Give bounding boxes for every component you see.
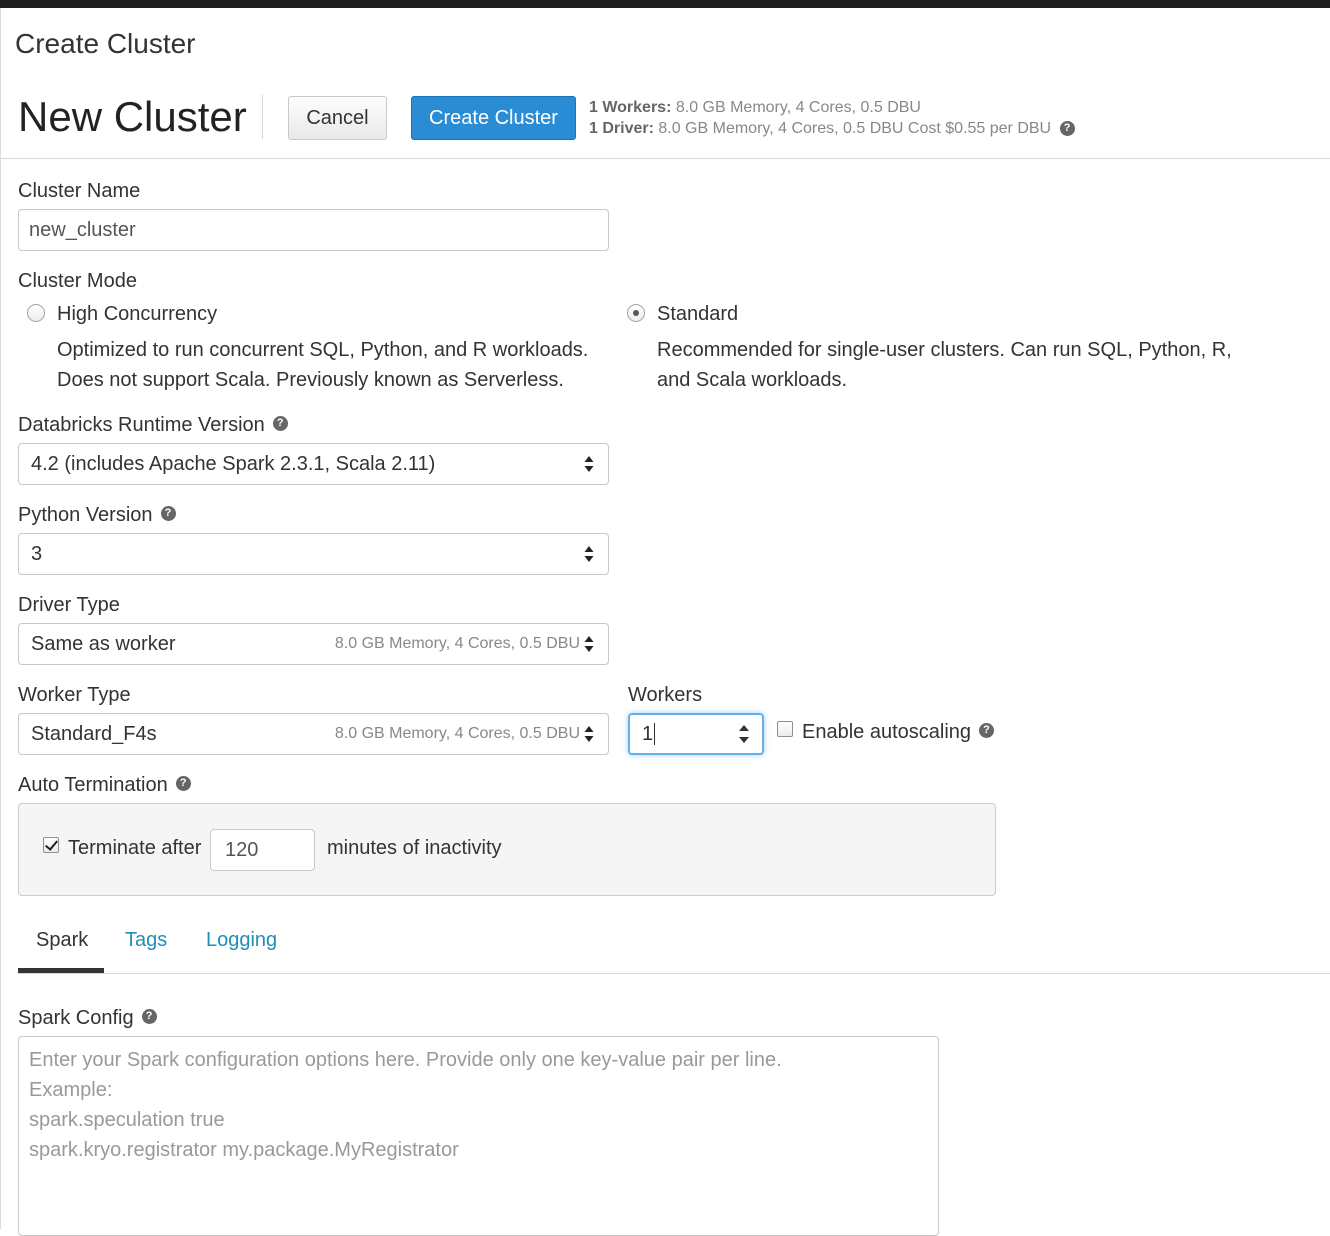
standard-desc-line-2: and Scala workloads. bbox=[657, 369, 848, 391]
runtime-version-value: 4.2 (includes Apache Spark 2.3.1, Scala … bbox=[31, 452, 436, 475]
page-title: Create Cluster bbox=[15, 28, 196, 59]
runtime-version-label-text: Databricks Runtime Version bbox=[18, 414, 265, 436]
workers-input[interactable]: 1 bbox=[628, 713, 764, 755]
driver-type-value: Same as worker bbox=[31, 632, 176, 655]
workers-value: 1 bbox=[642, 722, 654, 745]
terminate-after-checkbox[interactable] bbox=[43, 837, 59, 853]
inactivity-suffix-label: minutes of inactivity bbox=[327, 837, 502, 859]
top-bar bbox=[0, 0, 1330, 8]
worker-type-label: Worker Type bbox=[18, 684, 131, 706]
worker-type-specs: 8.0 GB Memory, 4 Cores, 0.5 DBU bbox=[334, 725, 580, 742]
tab-logging[interactable]: Logging bbox=[206, 929, 277, 952]
cluster-name-input[interactable]: new_cluster bbox=[18, 209, 609, 251]
cancel-button[interactable]: Cancel bbox=[288, 96, 387, 140]
driver-summary: 1 Driver: 8.0 GB Memory, 4 Cores, 0.5 DB… bbox=[589, 120, 1075, 138]
standard-description: Recommended for single-user clusters. Ca… bbox=[657, 335, 1232, 395]
workers-summary-value: 8.0 GB Memory, 4 Cores, 0.5 DBU bbox=[671, 99, 921, 116]
high-concurrency-radio[interactable] bbox=[27, 304, 45, 322]
tab-spark[interactable]: Spark bbox=[36, 929, 88, 952]
tab-tags[interactable]: Tags bbox=[125, 929, 167, 952]
driver-summary-label: 1 Driver: bbox=[589, 120, 654, 137]
spark-config-textarea[interactable]: Enter your Spark configuration options h… bbox=[18, 1036, 939, 1236]
runtime-version-select[interactable]: 4.2 (includes Apache Spark 2.3.1, Scala … bbox=[18, 443, 609, 485]
text-caret bbox=[654, 723, 656, 745]
cluster-name-label: Cluster Name bbox=[18, 180, 141, 202]
high-concurrency-desc-line-2: Does not support Scala. Previously known… bbox=[57, 369, 564, 391]
worker-type-value: Standard_F4s bbox=[31, 722, 157, 745]
tabs-divider bbox=[18, 973, 1330, 974]
sort-arrows-icon bbox=[584, 636, 594, 652]
workers-label: Workers bbox=[628, 684, 703, 706]
enable-autoscaling-checkbox[interactable] bbox=[777, 721, 793, 737]
header-divider-line bbox=[0, 158, 1330, 159]
enable-autoscaling-label-text: Enable autoscaling bbox=[802, 721, 972, 743]
runtime-version-label: Databricks Runtime Version? bbox=[18, 414, 288, 437]
standard-label: Standard bbox=[657, 303, 739, 325]
question-circle-icon[interactable]: ? bbox=[175, 776, 191, 792]
python-version-value: 3 bbox=[31, 542, 43, 565]
python-version-select[interactable]: 3 bbox=[18, 533, 609, 575]
high-concurrency-label: High Concurrency bbox=[57, 303, 218, 325]
spark-config-label: Spark Config? bbox=[18, 1007, 157, 1030]
high-concurrency-description: Optimized to run concurrent SQL, Python,… bbox=[57, 335, 588, 395]
sort-arrows-icon bbox=[584, 546, 594, 562]
enable-autoscaling-label: Enable autoscaling? bbox=[802, 721, 995, 744]
terminate-minutes-input[interactable]: 120 bbox=[210, 829, 315, 871]
cluster-mode-label: Cluster Mode bbox=[18, 270, 137, 292]
driver-type-label: Driver Type bbox=[18, 594, 120, 616]
standard-desc-line-1: Recommended for single-user clusters. Ca… bbox=[657, 339, 1232, 361]
sort-arrows-icon bbox=[584, 726, 594, 742]
spark-config-label-text: Spark Config bbox=[18, 1007, 134, 1029]
python-version-label-text: Python Version bbox=[18, 504, 153, 526]
create-cluster-button[interactable]: Create Cluster bbox=[411, 96, 576, 140]
cluster-heading: New Cluster bbox=[18, 93, 247, 140]
workers-summary-label: 1 Workers: bbox=[589, 99, 672, 116]
standard-radio[interactable] bbox=[627, 304, 645, 322]
terminate-after-label: Terminate after bbox=[68, 837, 202, 859]
header-divider bbox=[262, 95, 263, 139]
left-border bbox=[0, 8, 1, 1229]
driver-type-specs: 8.0 GB Memory, 4 Cores, 0.5 DBU bbox=[334, 635, 580, 652]
question-circle-icon[interactable]: ? bbox=[272, 416, 288, 432]
worker-type-select[interactable]: Standard_F4s 8.0 GB Memory, 4 Cores, 0.5… bbox=[18, 713, 609, 755]
auto-termination-label-text: Auto Termination bbox=[18, 774, 168, 796]
workers-summary: 1 Workers: 8.0 GB Memory, 4 Cores, 0.5 D… bbox=[589, 99, 921, 117]
auto-termination-label: Auto Termination? bbox=[18, 774, 191, 797]
driver-type-select[interactable]: Same as worker 8.0 GB Memory, 4 Cores, 0… bbox=[18, 623, 609, 665]
sort-arrows-icon bbox=[584, 456, 594, 472]
spinner-arrows-icon[interactable] bbox=[736, 721, 752, 747]
question-circle-icon[interactable]: ? bbox=[141, 1009, 157, 1025]
question-circle-icon[interactable]: ? bbox=[979, 723, 995, 739]
question-circle-icon[interactable]: ? bbox=[160, 506, 176, 522]
python-version-label: Python Version? bbox=[18, 504, 176, 527]
question-circle-icon[interactable]: ? bbox=[1059, 121, 1075, 137]
high-concurrency-desc-line-1: Optimized to run concurrent SQL, Python,… bbox=[57, 339, 589, 361]
driver-summary-value: 8.0 GB Memory, 4 Cores, 0.5 DBU Cost $0.… bbox=[653, 120, 1052, 137]
